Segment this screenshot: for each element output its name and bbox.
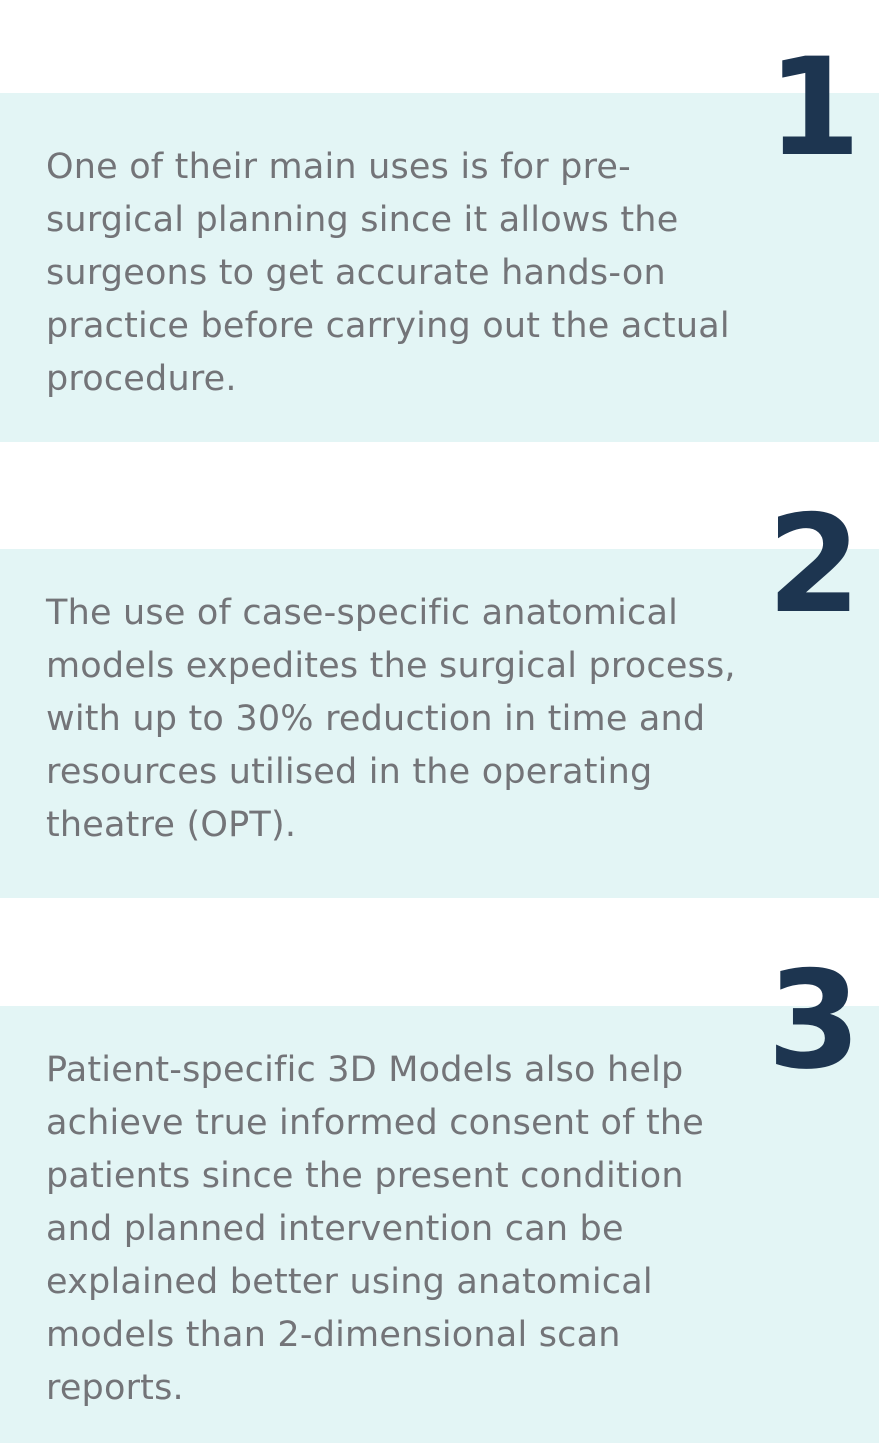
item-number-3: 3 — [767, 942, 861, 1099]
item-card-2: The use of case-specific anatomical mode… — [0, 549, 879, 898]
item-text-2: The use of case-specific anatomical mode… — [46, 593, 736, 845]
item-text-1: One of their main uses is for pre- surgi… — [46, 147, 730, 399]
item-number-2: 2 — [767, 486, 861, 643]
item-number-1: 1 — [767, 29, 861, 186]
item-card-3: Patient-specific 3D Models also help ach… — [0, 1006, 879, 1443]
item-text-3: Patient-specific 3D Models also help ach… — [46, 1050, 704, 1408]
item-card-1: One of their main uses is for pre- surgi… — [0, 93, 879, 442]
